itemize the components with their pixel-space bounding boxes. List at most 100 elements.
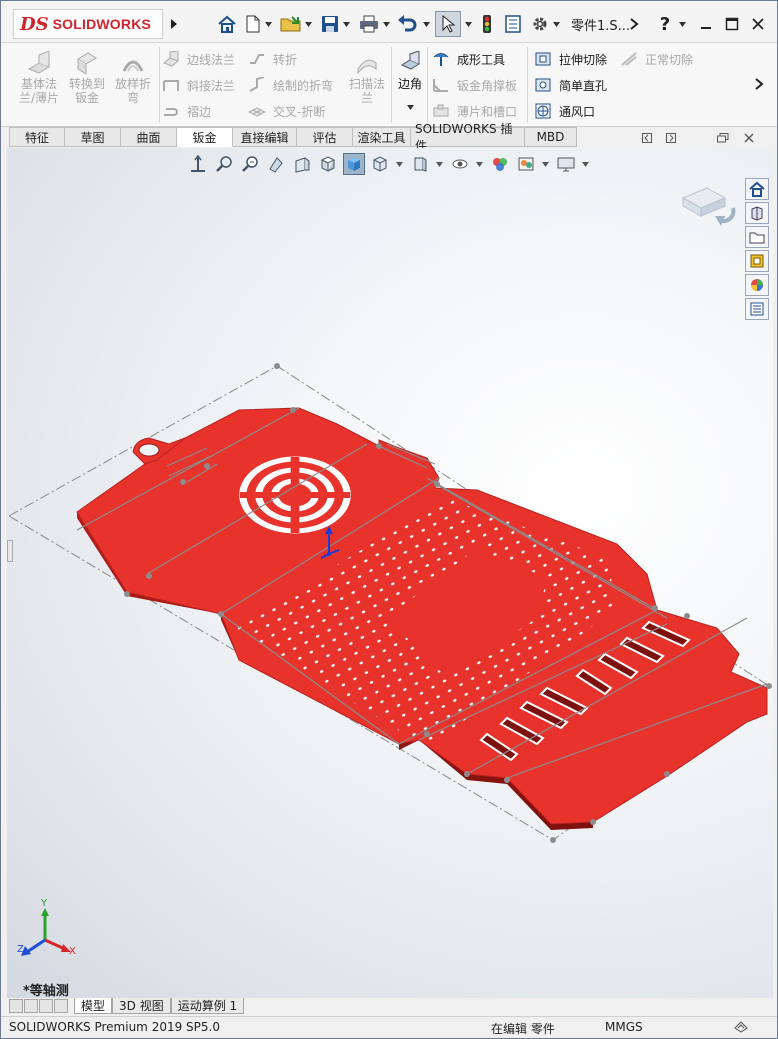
solidworks-logo[interactable]: DS SOLIDWORKS xyxy=(13,9,163,39)
tab-slot-icon xyxy=(431,102,451,120)
ribbon-separator xyxy=(391,47,392,123)
swept-flange-label: 扫描法兰 xyxy=(348,77,385,105)
options-gear-icon[interactable] xyxy=(529,11,551,37)
tab-sheet-metal[interactable]: 钣金 xyxy=(177,127,233,147)
tab-surfaces[interactable]: 曲面 xyxy=(121,127,177,147)
normal-cut-button[interactable]: 正常切除 xyxy=(619,49,693,69)
corner-dropdown-icon[interactable] xyxy=(393,99,427,113)
open-folder-icon[interactable] xyxy=(279,11,303,37)
help-dropdown-icon[interactable] xyxy=(677,11,687,37)
save-icon[interactable] xyxy=(319,11,341,37)
tab-3d-views[interactable]: 3D 视图 xyxy=(112,998,171,1014)
gusset-icon xyxy=(431,76,451,94)
customize-status-icon[interactable] xyxy=(733,1019,749,1036)
miter-flange-label: 斜接法兰 xyxy=(187,78,236,93)
base-flange-button[interactable]: 基体法兰/薄片 xyxy=(17,49,61,105)
tab-evaluate[interactable]: 评估 xyxy=(297,127,353,147)
status-bar: SOLIDWORKS Premium 2019 SP5.0 在编辑 零件 MMG… xyxy=(1,1016,777,1038)
print-icon[interactable] xyxy=(357,11,381,37)
rebuild-traffic-light-icon[interactable] xyxy=(477,11,497,37)
new-dropdown-icon[interactable] xyxy=(263,11,273,37)
gusset-label: 钣金角撑板 xyxy=(457,78,518,93)
tab-direct-editing[interactable]: 直接编辑 xyxy=(233,127,297,147)
convert-to-sheet-metal-button[interactable]: 转换到钣金 xyxy=(65,49,109,105)
product-version: SOLIDWORKS Premium 2019 SP5.0 xyxy=(9,1020,220,1034)
select-cursor-icon[interactable] xyxy=(435,11,461,37)
sheet-metal-part[interactable] xyxy=(7,148,773,998)
tab-mbd[interactable]: MBD xyxy=(525,127,577,147)
restore-pane-icon[interactable] xyxy=(715,131,731,145)
jog-button[interactable]: 转折 xyxy=(247,49,297,69)
fan-vent xyxy=(239,456,351,534)
lofted-bend-label: 放样折弯 xyxy=(114,77,151,105)
last-tab-icon[interactable] xyxy=(54,999,68,1013)
edge-flange-button[interactable]: 边线法兰 xyxy=(161,49,235,69)
document-title: 零件1.S... xyxy=(571,19,631,34)
triad-y-label: Y xyxy=(41,898,48,909)
undo-dropdown-icon[interactable] xyxy=(421,11,431,37)
miter-flange-button[interactable]: 斜接法兰 xyxy=(161,75,235,95)
vent-button[interactable]: 通风口 xyxy=(533,101,595,121)
menu-expand-icon[interactable] xyxy=(167,13,181,35)
cross-break-button[interactable]: 交叉-折断 xyxy=(247,101,325,121)
tab-motion-study-1[interactable]: 运动算例 1 xyxy=(170,998,245,1014)
extruded-cut-label: 拉伸切除 xyxy=(559,52,608,67)
graphics-area[interactable]: Y X Z *等轴测 xyxy=(7,148,773,998)
tab-sketch[interactable]: 草图 xyxy=(65,127,121,147)
home-icon[interactable] xyxy=(215,11,239,37)
sketched-bend-button[interactable]: 绘制的折弯 xyxy=(247,75,333,95)
vent-label: 通风口 xyxy=(559,104,596,119)
forming-tool-button[interactable]: 成形工具 xyxy=(431,49,505,69)
tab-model[interactable]: 模型 xyxy=(74,998,113,1014)
maximize-icon[interactable] xyxy=(721,13,743,35)
miter-flange-icon xyxy=(161,76,181,94)
tab-scroll-left-icon[interactable] xyxy=(639,131,655,145)
new-document-icon[interactable] xyxy=(243,11,263,37)
hanger-hole xyxy=(138,443,160,457)
vent-icon xyxy=(533,102,553,120)
close-icon[interactable] xyxy=(747,13,769,35)
tab-solidworks-addins[interactable]: SOLIDWORKS 插件 xyxy=(411,122,525,153)
first-tab-icon[interactable] xyxy=(9,999,23,1013)
search-expand-icon[interactable] xyxy=(625,11,645,37)
extruded-cut-icon xyxy=(533,50,553,68)
lofted-bend-button[interactable]: 放样折弯 xyxy=(111,49,155,105)
tab-scroll-right-icon[interactable] xyxy=(663,131,679,145)
gusset-button[interactable]: 钣金角撑板 xyxy=(431,75,517,95)
logo-text: SOLIDWORKS xyxy=(52,16,152,32)
tab-render-tools[interactable]: 渲染工具 xyxy=(353,127,411,147)
simple-hole-button[interactable]: 简单直孔 xyxy=(533,75,607,95)
bottom-tabs: 模型 3D 视图 运动算例 1 xyxy=(9,998,771,1014)
lofted-bend-icon xyxy=(111,49,155,77)
view-orientation-label: *等轴测 xyxy=(23,984,69,998)
options-dropdown-icon[interactable] xyxy=(551,11,561,37)
corner-button[interactable]: 边角 xyxy=(393,49,427,113)
minimize-icon[interactable] xyxy=(695,13,717,35)
tab-slot-button[interactable]: 薄片和槽口 xyxy=(431,101,517,121)
save-dropdown-icon[interactable] xyxy=(341,11,351,37)
swept-flange-button[interactable]: 扫描法兰 xyxy=(345,49,389,105)
undo-icon[interactable] xyxy=(395,11,419,37)
next-tab-icon[interactable] xyxy=(39,999,53,1013)
swept-flange-icon xyxy=(345,49,389,77)
ribbon-separator xyxy=(427,47,428,123)
extruded-cut-button[interactable]: 拉伸切除 xyxy=(533,49,607,69)
hem-button[interactable]: 褶边 xyxy=(161,101,211,121)
tab-features[interactable]: 特征 xyxy=(9,127,65,147)
corner-icon xyxy=(393,49,427,77)
close-pane-icon[interactable] xyxy=(741,131,757,145)
command-manager-tabs: 特征 草图 曲面 钣金 直接编辑 评估 渲染工具 SOLIDWORKS 插件 M… xyxy=(9,122,577,153)
simple-hole-label: 简单直孔 xyxy=(559,78,608,93)
select-dropdown-icon[interactable] xyxy=(463,11,473,37)
title-bar: DS SOLIDWORKS 零件1.S... ? xyxy=(1,1,777,43)
print-dropdown-icon[interactable] xyxy=(381,11,391,37)
forming-tool-icon xyxy=(431,50,451,68)
ribbon-more-icon[interactable] xyxy=(753,71,767,97)
prev-tab-icon[interactable] xyxy=(24,999,38,1013)
triad-x-label: X xyxy=(69,946,76,957)
open-dropdown-icon[interactable] xyxy=(303,11,313,37)
file-properties-icon[interactable] xyxy=(503,11,523,37)
unit-system[interactable]: MMGS xyxy=(605,1020,643,1034)
ds-logo-mark: DS xyxy=(20,13,49,35)
help-icon[interactable]: ? xyxy=(655,11,675,37)
